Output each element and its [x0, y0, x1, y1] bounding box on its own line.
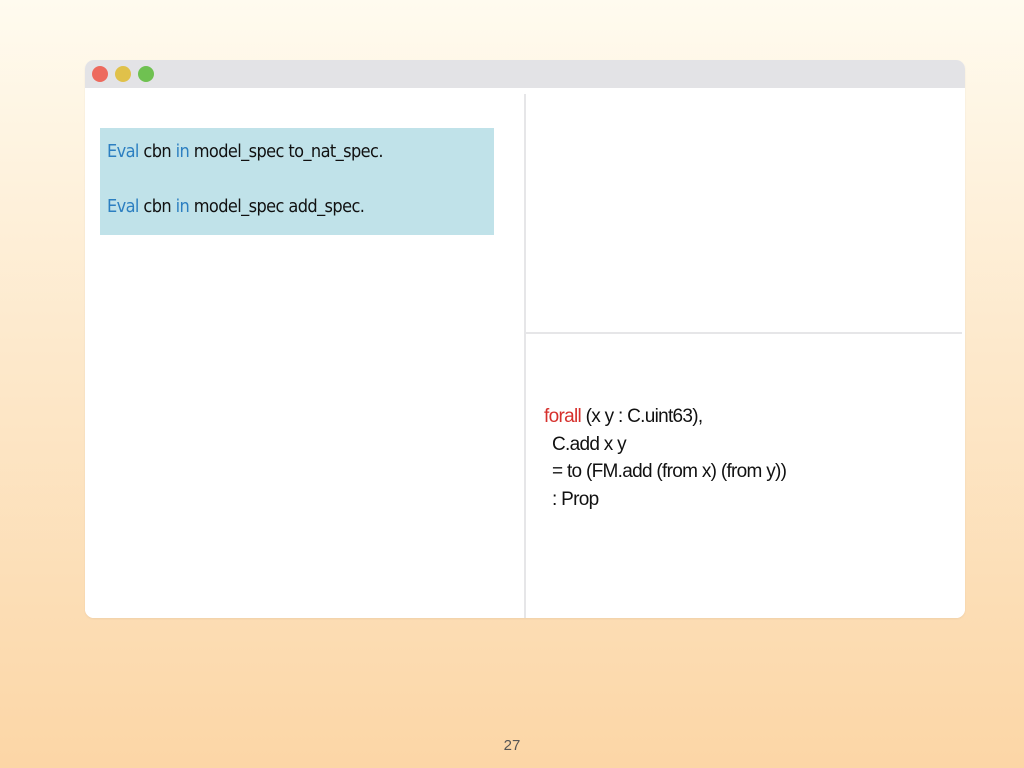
processed-code-highlight: Eval cbn in model_spec to_nat_spec. Eval…: [100, 128, 494, 235]
in-keyword: in: [175, 141, 190, 162]
slide-page-number: 27: [503, 737, 521, 754]
result-line-2: C.add x y: [552, 434, 627, 455]
window-titlebar: [85, 60, 965, 88]
close-window-icon[interactable]: [92, 66, 108, 82]
result-line-4: : Prop: [552, 489, 599, 510]
maximize-window-icon[interactable]: [138, 66, 154, 82]
code-text: model_spec add_spec.: [193, 196, 365, 217]
result-line-3: = to (FM.add (from x) (from y)): [552, 461, 787, 482]
script-pane[interactable]: Eval cbn in model_spec to_nat_spec. Eval…: [85, 88, 524, 618]
code-text: cbn: [143, 196, 172, 217]
forall-keyword: forall: [544, 406, 582, 427]
code-text: cbn: [143, 141, 172, 162]
editor-window: Eval cbn in model_spec to_nat_spec. Eval…: [85, 60, 965, 618]
code-text: model_spec to_nat_spec.: [193, 141, 384, 162]
code-line-1[interactable]: Eval cbn in model_spec to_nat_spec.: [107, 141, 383, 162]
result-line-1: forall (x y : C.uint63),: [544, 406, 703, 428]
code-line-2[interactable]: Eval cbn in model_spec add_spec.: [107, 196, 365, 217]
minimize-window-icon[interactable]: [115, 66, 131, 82]
result-text: (x y : C.uint63),: [585, 406, 704, 427]
eval-keyword: Eval: [107, 196, 139, 217]
in-keyword: in: [175, 196, 190, 217]
messages-pane: forall (x y : C.uint63), C.add x y = to …: [526, 334, 965, 618]
goals-pane: [526, 94, 965, 332]
eval-keyword: Eval: [107, 141, 139, 162]
